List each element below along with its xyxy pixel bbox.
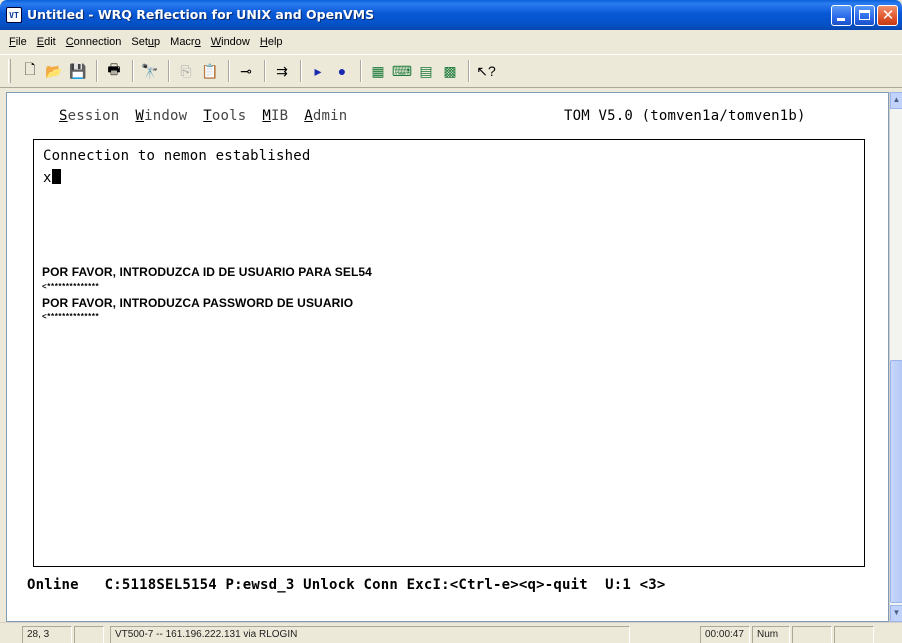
menu-bar: File Edit Connection Setup Macro Window Help <box>0 30 902 54</box>
text-cursor <box>51 169 61 184</box>
setup-icon[interactable]: ▦ <box>367 60 389 82</box>
prompt-char: x <box>43 170 52 186</box>
record-macro-icon[interactable]: ● <box>331 60 353 82</box>
scroll-down-arrow-icon[interactable]: ▼ <box>890 605 902 622</box>
toolbar-separator <box>168 60 170 82</box>
minimize-icon <box>837 18 845 21</box>
terminal-window[interactable]: Connection to nemon established x POR FA… <box>33 139 865 567</box>
colors-icon[interactable]: ▩ <box>439 60 461 82</box>
terminal-menu-session[interactable]: Session <box>59 108 119 124</box>
toolbar-separator <box>468 60 470 82</box>
close-button[interactable]: ✕ <box>877 5 898 26</box>
minimize-button[interactable] <box>831 5 852 26</box>
status-bar: 28, 3 VT500-7 -- 161.196.222.131 via RLO… <box>0 622 902 643</box>
password-mask: <************** <box>42 312 100 321</box>
paste-icon: 📋 <box>201 62 219 79</box>
menu-help[interactable]: Help <box>255 36 288 48</box>
terminal-menu-tools[interactable]: Tools <box>203 108 246 124</box>
menu-file[interactable]: File <box>4 36 32 48</box>
maximize-icon <box>859 10 870 20</box>
toolbar-separator <box>132 60 134 82</box>
toolbar-separator <box>300 60 302 82</box>
app-icon[interactable]: VT <box>6 7 22 23</box>
status-panel-empty <box>74 626 104 643</box>
terminal-menu: Session Window Tools MIB Admin <box>59 108 347 124</box>
menu-setup[interactable]: Setup <box>126 36 165 48</box>
transfer-icon[interactable]: ⇉ <box>271 60 293 82</box>
menu-macro[interactable]: Macro <box>165 36 206 48</box>
toolbar-separator <box>360 60 362 82</box>
play-macro-icon[interactable]: ▸ <box>307 60 329 82</box>
password-prompt: POR FAVOR, INTRODUZCA PASSWORD DE USUARI… <box>42 296 354 310</box>
connection-info: VT500-7 -- 161.196.222.131 via RLOGIN <box>110 626 630 643</box>
copy-icon: ⎘ <box>180 62 192 79</box>
user-id-mask: <************** <box>42 282 100 291</box>
save-icon[interactable]: 💾 <box>67 60 89 82</box>
menu-window[interactable]: Window <box>206 36 255 48</box>
toolbar-separator <box>264 60 266 82</box>
new-icon[interactable]: 🗋 <box>19 60 41 82</box>
display-icon[interactable]: ▤ <box>415 60 437 82</box>
connect-icon[interactable]: ⊸ <box>235 60 257 82</box>
context-help-icon[interactable]: ↖? <box>475 60 497 82</box>
scroll-thumb[interactable] <box>890 360 902 603</box>
keyboard-icon[interactable]: ⌨ <box>391 60 413 82</box>
status-panel-empty <box>792 626 832 643</box>
terminal-screen[interactable]: Session Window Tools MIB Admin TOM V5.0 (tom… <box>6 92 889 622</box>
toolbar-grip[interactable] <box>8 59 11 83</box>
toolbar-separator <box>96 60 98 82</box>
connection-message: Connection to nemon established <box>43 148 311 164</box>
menu-edit[interactable]: Edit <box>32 36 61 48</box>
maximize-button[interactable] <box>854 5 875 26</box>
user-id-prompt: POR FAVOR, INTRODUZCA ID DE USUARIO PARA… <box>42 265 372 279</box>
terminal-menu-admin[interactable]: Admin <box>304 108 347 124</box>
print-icon[interactable]: 🖶 <box>103 60 125 82</box>
toolbar-separator <box>228 60 230 82</box>
toolbar: 🗋 📂 💾 🖶 🔭 ⎘ 📋 ⊸ ⇉ ▸ ● ▦ ⌨ ▤ ▩ ↖? <box>0 54 902 88</box>
vertical-scrollbar[interactable]: ▲ ▼ <box>889 92 902 622</box>
terminal-menu-mib[interactable]: MIB <box>262 108 288 124</box>
menu-connection[interactable]: Connection <box>61 36 127 48</box>
command-prompt[interactable]: x <box>43 169 61 186</box>
find-icon[interactable]: 🔭 <box>139 60 161 82</box>
open-icon[interactable]: 📂 <box>43 60 65 82</box>
terminal-version: TOM V5.0 (tomven1a/tomven1b) <box>564 108 806 124</box>
terminal-status-line: Online C:5118SEL5154 P:ewsd_3 Unlock Con… <box>27 577 666 593</box>
cursor-position: 28, 3 <box>22 626 72 643</box>
scroll-up-arrow-icon[interactable]: ▲ <box>890 92 902 109</box>
window-title: Untitled - WRQ Reflection for UNIX and O… <box>27 7 375 22</box>
status-panel-empty <box>834 626 874 643</box>
close-icon: ✕ <box>881 6 895 24</box>
terminal-menu-window[interactable]: Window <box>135 108 187 124</box>
num-lock-indicator: Num <box>752 626 790 643</box>
title-bar[interactable]: VT Untitled - WRQ Reflection for UNIX an… <box>0 0 902 30</box>
elapsed-time: 00:00:47 <box>700 626 750 643</box>
